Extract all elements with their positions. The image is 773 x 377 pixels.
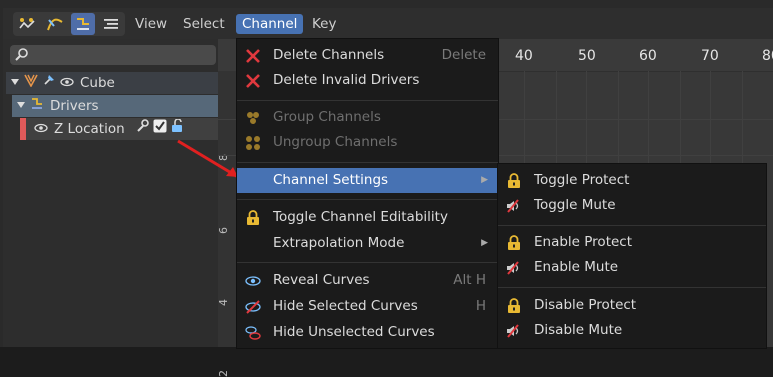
mute-icon — [505, 322, 523, 340]
ruler-tick: 50 — [578, 48, 596, 64]
mute-checkbox[interactable] — [153, 118, 167, 140]
menu-separator — [237, 100, 498, 101]
menu-separator — [237, 199, 498, 200]
channel-name-label: Z Location — [54, 121, 125, 137]
editor-header: View Select Channel Key — [3, 8, 773, 39]
ruler-tick: 80 — [762, 48, 773, 64]
eye-hidden-icon — [244, 298, 262, 316]
object-name-label: Cube — [80, 75, 115, 91]
menu-item-delete-channels[interactable]: Delete Channels Delete — [237, 43, 498, 68]
expand-arrow-icon[interactable] — [16, 95, 26, 117]
menu-item-delete-invalid-drivers[interactable]: Delete Invalid Drivers — [237, 68, 498, 93]
lock-icon — [505, 234, 523, 252]
eye-icon — [244, 272, 262, 290]
menu-item-group-channels[interactable]: Group Channels — [237, 105, 498, 130]
object-data-icon — [24, 72, 38, 94]
drivers-label: Drivers — [50, 98, 99, 114]
menu-item-toggle-mute[interactable]: Toggle Mute — [498, 193, 766, 218]
menu-item-toggle-protect[interactable]: Toggle Protect — [498, 168, 766, 193]
menu-select[interactable]: Select — [177, 14, 231, 34]
menu-item-channel-settings[interactable]: Channel Settings ▶ — [237, 168, 498, 193]
menu-item-reveal-curves[interactable]: Reveal Curves Alt H — [237, 268, 498, 293]
lock-icon — [505, 297, 523, 315]
menu-separator — [498, 225, 766, 226]
menu-channel[interactable]: Channel — [236, 14, 304, 34]
menu-item-disable-mute[interactable]: Disable Mute — [498, 318, 766, 343]
pin-icon[interactable] — [42, 72, 56, 94]
sidebar-toggle-icon[interactable] — [99, 13, 123, 35]
menu-separator — [237, 262, 498, 263]
channel-search-field[interactable] — [10, 45, 216, 65]
graph-editor-window: View Select Channel Key Cube Drivers Z L… — [0, 0, 773, 377]
menu-item-enable-mute[interactable]: Enable Mute — [498, 255, 766, 280]
ruler-tick: 60 — [639, 48, 657, 64]
mute-icon — [505, 197, 523, 215]
value-tick: 6 — [217, 227, 230, 234]
channel-settings-submenu: Toggle Protect Toggle Mute Enable Protec… — [497, 163, 767, 349]
menu-key[interactable]: Key — [306, 14, 342, 34]
channel-row-drivers[interactable]: Drivers — [12, 95, 218, 117]
drivers-icon — [30, 95, 44, 117]
graph-editor-icon[interactable] — [15, 13, 39, 35]
group-icon — [244, 109, 262, 127]
x-icon — [244, 47, 262, 65]
ruler-tick: 40 — [515, 48, 533, 64]
ungroup-icon — [244, 134, 262, 152]
menu-item-ungroup-channels[interactable]: Ungroup Channels — [237, 130, 498, 155]
channel-list-panel: Cube Drivers Z Location — [3, 39, 218, 347]
x-icon — [244, 72, 262, 90]
channel-row-object[interactable]: Cube — [6, 72, 218, 94]
menu-item-enable-protect[interactable]: Enable Protect — [498, 230, 766, 255]
channel-menu-dropdown: Delete Channels Delete Delete Invalid Dr… — [236, 38, 499, 349]
value-scale: 8 6 4 2 — [217, 71, 236, 377]
value-tick: 4 — [217, 299, 230, 306]
menu-separator — [498, 287, 766, 288]
submenu-arrow-icon: ▶ — [481, 238, 488, 248]
drivers-mode-icon[interactable] — [71, 13, 95, 35]
menu-separator — [237, 162, 498, 163]
menu-view[interactable]: View — [129, 14, 173, 34]
value-tick: 2 — [217, 370, 230, 377]
menu-item-disable-protect[interactable]: Disable Protect — [498, 293, 766, 318]
search-icon — [15, 47, 29, 65]
lock-icon — [505, 172, 523, 190]
wrench-icon[interactable] — [135, 118, 149, 140]
submenu-arrow-icon: ▶ — [481, 175, 488, 185]
menu-item-hide-unselected-curves[interactable]: Hide Unselected Curves — [237, 320, 498, 345]
visibility-eye-icon[interactable] — [34, 118, 48, 140]
channel-color-strip — [20, 118, 26, 140]
ruler-tick: 70 — [701, 48, 719, 64]
visibility-eye-icon[interactable] — [60, 72, 74, 94]
expand-arrow-icon[interactable] — [10, 72, 20, 94]
menu-item-extrapolation-mode[interactable]: Extrapolation Mode ▶ — [237, 231, 498, 256]
menu-item-hide-selected-curves[interactable]: Hide Selected Curves H — [237, 294, 498, 319]
eye-unselected-icon — [244, 324, 262, 342]
mute-icon — [505, 259, 523, 277]
editor-type-selector[interactable] — [13, 12, 125, 36]
lock-icon — [244, 209, 262, 227]
menu-item-toggle-channel-editability[interactable]: Toggle Channel Editability — [237, 205, 498, 230]
curve-mode-icon[interactable] — [43, 13, 67, 35]
